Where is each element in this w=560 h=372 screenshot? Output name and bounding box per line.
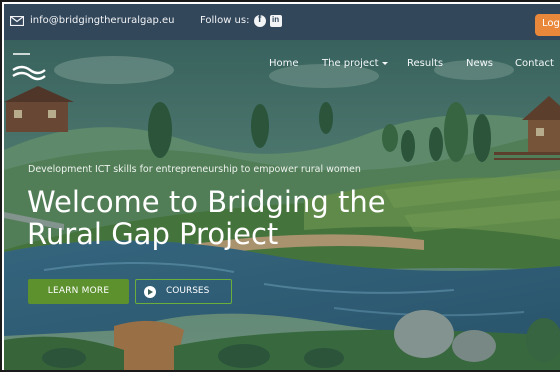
nav-contact[interactable]: Contact	[515, 58, 554, 69]
hero-tagline: Development ICT skills for entrepreneurs…	[28, 164, 361, 175]
page-frame: info@bridgingtheruralgap.eu Follow us: f…	[0, 0, 560, 372]
nav-results[interactable]: Results	[407, 58, 443, 69]
nav-news[interactable]: News	[466, 58, 493, 69]
facebook-icon[interactable]: f	[254, 14, 266, 27]
top-bar: info@bridgingtheruralgap.eu Follow us: f…	[4, 4, 560, 40]
mail-icon	[10, 16, 24, 26]
nav-the-project-label: The project	[322, 58, 379, 69]
caret-down-icon	[382, 61, 389, 65]
site-logo[interactable]	[10, 46, 48, 84]
linkedin-glyph: in	[272, 15, 280, 24]
nav-the-project[interactable]: The project	[322, 58, 389, 69]
contact-email-link[interactable]: info@bridgingtheruralgap.eu	[30, 15, 175, 26]
login-button[interactable]: Log	[535, 14, 560, 36]
follow-us-label: Follow us:	[200, 15, 250, 26]
play-circle-icon	[144, 286, 156, 298]
hero-title: Welcome to Bridging the Rural Gap Projec…	[27, 185, 386, 251]
linkedin-icon[interactable]: in	[270, 15, 282, 27]
facebook-glyph: f	[258, 14, 262, 25]
learn-more-button[interactable]: LEARN MORE	[28, 279, 129, 304]
courses-button-label: COURSES	[166, 286, 210, 296]
courses-button[interactable]: COURSES	[135, 279, 232, 304]
nav-home[interactable]: Home	[269, 58, 299, 69]
